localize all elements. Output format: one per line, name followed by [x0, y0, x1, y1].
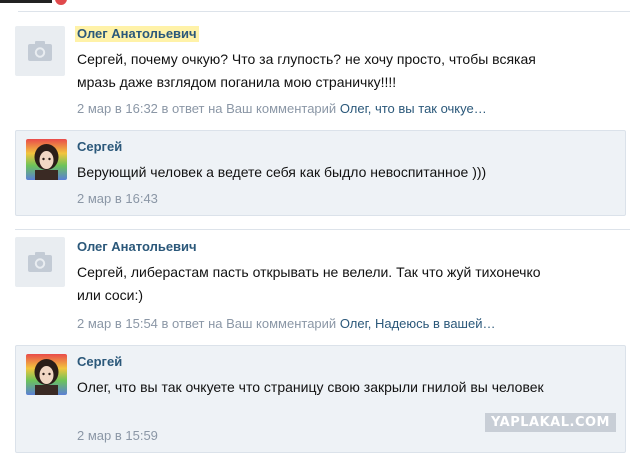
reply-time[interactable]: 2 мар в 16:43	[77, 191, 158, 207]
top-bar	[0, 0, 640, 12]
separator	[15, 229, 630, 230]
comment-author[interactable]: Олег Анатольевич	[77, 239, 197, 255]
reply-to-link[interactable]: Олег, что вы так очкуе…	[340, 101, 487, 116]
top-divider	[0, 0, 52, 3]
reply-to-link[interactable]: Олег, Надеюсь в вашей…	[340, 316, 496, 331]
comment-meta: 2 мар в 16:32 в ответ на Ваш комментарий…	[77, 101, 487, 117]
comment-time[interactable]: 2 мар в 15:54	[77, 316, 158, 331]
camera-icon	[28, 252, 52, 272]
reply-time[interactable]: 2 мар в 15:59	[77, 428, 158, 444]
separator	[18, 11, 630, 12]
reply-text: Олег, что вы так очкуете что страницу св…	[77, 379, 544, 395]
comment-text: Сергей, почему очкую? Что за глупость? н…	[77, 51, 536, 90]
avatar[interactable]	[26, 139, 67, 180]
reply-to-label: в ответ на Ваш комментарий	[161, 316, 337, 331]
comment-meta: 2 мар в 15:54 в ответ на Ваш комментарий…	[77, 316, 495, 332]
reply-card: Сергей Верующий человек а ведете себя ка…	[15, 130, 626, 216]
watermark: YAPLAKAL.COM	[485, 413, 616, 432]
reply-author[interactable]: Сергей	[77, 139, 122, 155]
reply-author[interactable]: Сергей	[77, 354, 122, 370]
reply-card: Сергей Олег, что вы так очкуете что стра…	[15, 345, 626, 453]
reply-text: Верующий человек а ведете себя как быдло…	[77, 164, 487, 180]
notification-badge	[55, 0, 67, 5]
camera-icon	[28, 41, 52, 61]
comment-author[interactable]: Олег Анатольевич	[75, 26, 199, 42]
avatar-placeholder[interactable]	[15, 237, 65, 287]
comment-text: Сергей, либерастам пасть открывать не ве…	[77, 264, 541, 303]
comment-time[interactable]: 2 мар в 16:32	[77, 101, 158, 116]
avatar-placeholder[interactable]	[15, 26, 65, 76]
avatar[interactable]	[26, 354, 67, 395]
reply-to-label: в ответ на Ваш комментарий	[161, 101, 337, 116]
